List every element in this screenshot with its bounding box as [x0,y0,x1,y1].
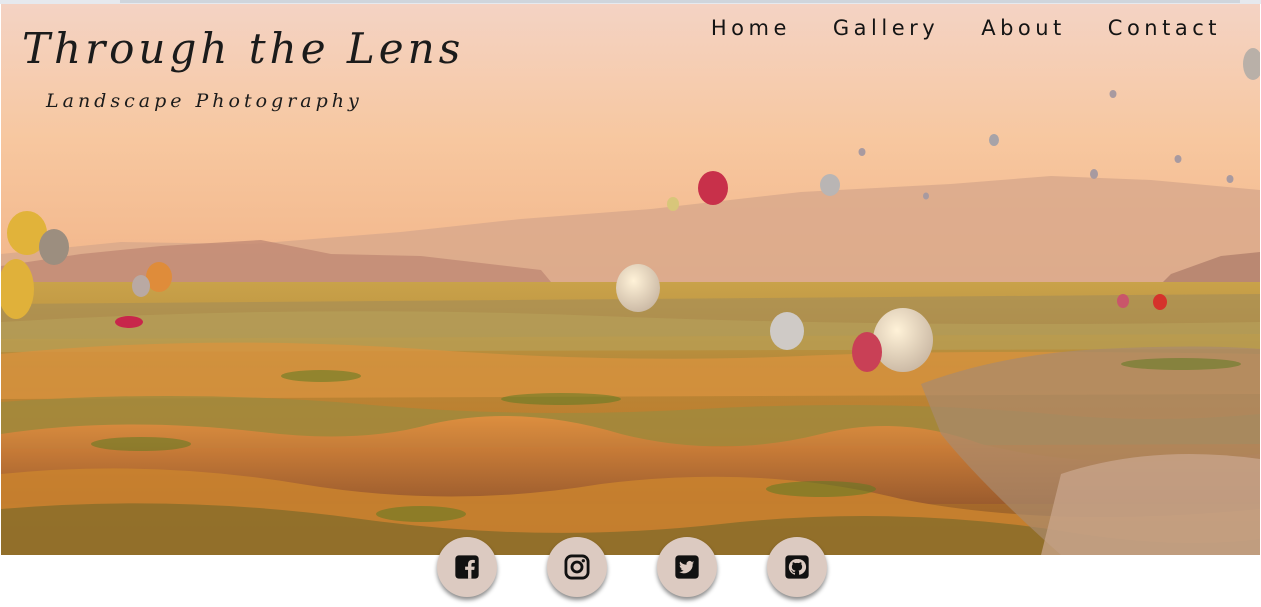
nav-contact-link[interactable]: Contact [1108,16,1221,40]
hero-image [1,4,1260,555]
instagram-icon [564,554,590,580]
scroll-indicator [120,0,1240,3]
twitter-icon [675,555,699,579]
site-subtitle: Landscape Photography [46,90,363,112]
main-nav: Home Gallery About Contact [711,16,1221,40]
github-button[interactable] [767,537,827,597]
facebook-button[interactable] [437,537,497,597]
facebook-icon [455,555,479,579]
nav-gallery-link[interactable]: Gallery [833,16,939,40]
nav-home-link[interactable]: Home [711,16,791,40]
github-icon [785,555,809,579]
site-title: Through the Lens [22,24,465,73]
twitter-button[interactable] [657,537,717,597]
social-links [437,537,827,597]
instagram-button[interactable] [547,537,607,597]
nav-about-link[interactable]: About [981,16,1066,40]
